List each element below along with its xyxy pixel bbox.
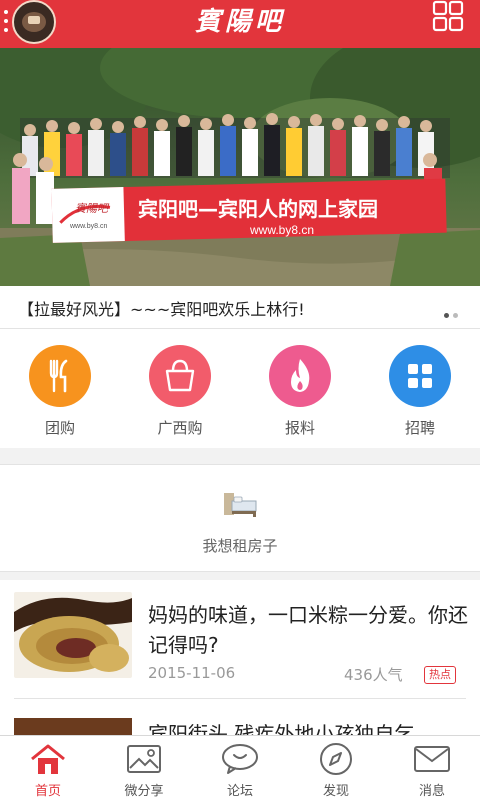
carousel-dot-active — [444, 313, 449, 318]
tab-label: 发现 — [322, 784, 349, 799]
category-label: 团购 — [44, 419, 75, 437]
flame-icon — [269, 345, 331, 407]
brand-logo: 賓陽吧 — [194, 7, 285, 37]
tab-messages[interactable]: 消息 — [384, 742, 480, 799]
news-views: 436人气 — [344, 666, 403, 684]
news-title: 妈妈的味道，一口米粽一分爱。你还记得吗? — [148, 603, 468, 657]
fork-knife-icon — [29, 345, 91, 407]
rent-house-card[interactable]: 我想租房子 — [0, 464, 480, 572]
category-report[interactable]: 报料 — [250, 345, 350, 438]
news-item[interactable]: 妈妈的味道，一口米粽一分爱。你还记得吗? 2015-11-06 436人气 热点 — [14, 592, 468, 692]
news-date: 2015-11-06 — [148, 664, 236, 682]
bottom-tab-bar: 首页 微分享 论坛 发现 消息 — [0, 735, 480, 800]
compass-icon — [288, 742, 384, 776]
tab-label: 论坛 — [226, 784, 253, 799]
category-label: 广西购 — [157, 419, 203, 437]
carousel-caption-bar[interactable]: 【拉最好风光】~~~宾阳吧欢乐上林行! — [0, 286, 480, 328]
shopping-bag-icon — [149, 345, 211, 407]
app-header: 賓陽吧 — [0, 0, 480, 48]
tab-discover[interactable]: 发现 — [288, 742, 384, 799]
carousel-dot — [453, 313, 458, 318]
more-vert-icon[interactable] — [4, 8, 10, 36]
news-thumbnail — [14, 592, 132, 678]
app-root: 賓陽吧 賓陽吧 www.by8.cn 宾阳吧—宾阳人的网上家园 www.by8.… — [0, 0, 480, 800]
news-list: 妈妈的味道，一口米粽一分爱。你还记得吗? 2015-11-06 436人气 热点… — [0, 580, 480, 740]
tab-share[interactable]: 微分享 — [96, 742, 192, 799]
chat-bubble-icon — [192, 742, 288, 776]
category-label: 报料 — [284, 419, 315, 437]
hot-badge: 热点 — [424, 666, 456, 684]
tab-home[interactable]: 首页 — [0, 742, 96, 799]
carousel-indicator — [440, 303, 458, 322]
tab-label: 微分享 — [124, 784, 164, 799]
banner-image[interactable]: 賓陽吧 www.by8.cn 宾阳吧—宾阳人的网上家园 www.by8.cn — [0, 48, 480, 286]
category-shortcuts: 团购 广西购 报料 招聘 — [0, 328, 480, 448]
banner-sign-text: 宾阳吧—宾阳人的网上家园 — [138, 197, 378, 221]
banner-logo-text: 賓陽吧 — [75, 202, 110, 215]
bed-icon — [222, 489, 258, 523]
divider — [14, 698, 466, 699]
banner-sign-url: www.by8.cn — [249, 223, 314, 237]
apps-grid-icon — [389, 345, 451, 407]
banner-logo-url: www.by8.cn — [69, 223, 107, 230]
image-icon — [96, 742, 192, 776]
category-group-buy[interactable]: 团购 — [10, 345, 110, 438]
mail-icon — [384, 742, 480, 776]
grid-icon[interactable] — [432, 0, 464, 32]
avatar[interactable] — [12, 0, 56, 44]
tab-label: 消息 — [418, 784, 445, 799]
category-guangxi-shop[interactable]: 广西购 — [130, 345, 230, 438]
carousel-caption: 【拉最好风光】~~~宾阳吧欢乐上林行! — [18, 300, 305, 319]
tab-label: 首页 — [34, 784, 61, 799]
home-icon — [0, 742, 96, 776]
category-label: 招聘 — [404, 419, 435, 437]
category-jobs[interactable]: 招聘 — [370, 345, 470, 438]
tab-forum[interactable]: 论坛 — [192, 742, 288, 799]
rent-label: 我想租房子 — [202, 537, 278, 555]
